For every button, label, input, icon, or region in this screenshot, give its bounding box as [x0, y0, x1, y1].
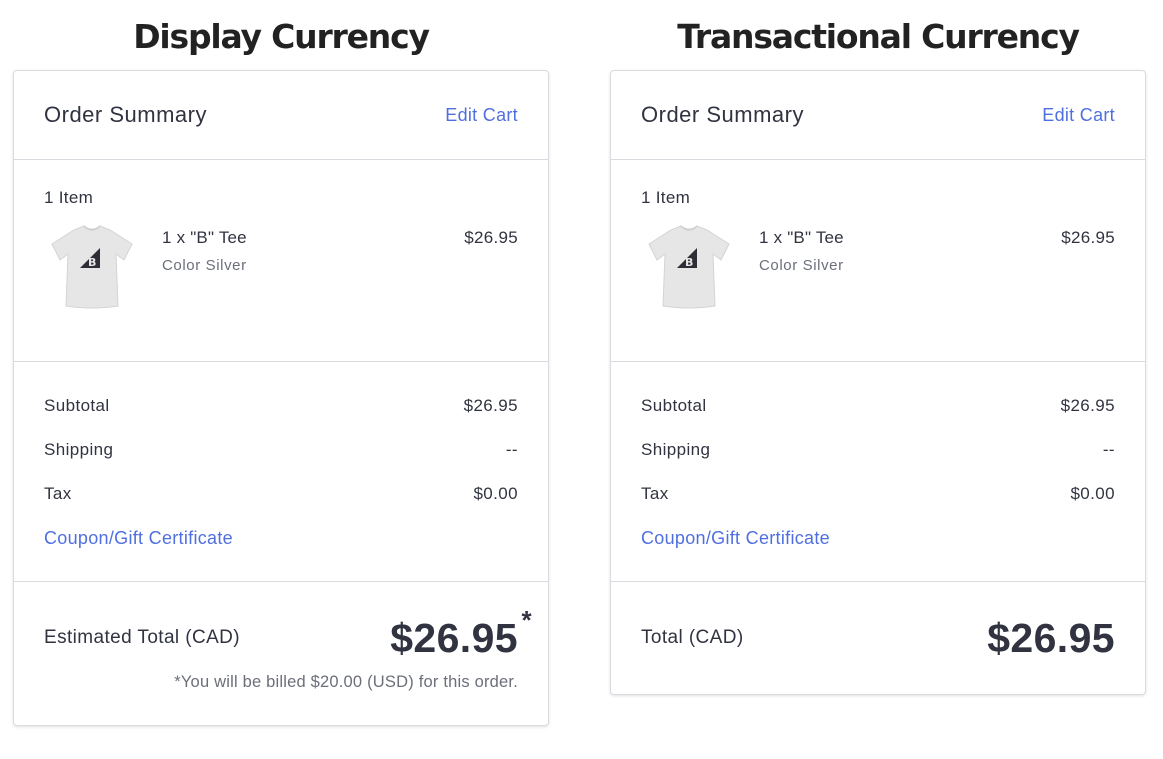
list-item: B 1 x "B" Tee Color Silver $26.95 [641, 225, 1115, 316]
shipping-value: -- [1102, 440, 1115, 459]
tax-row: Tax $0.00 [44, 484, 518, 528]
items-count: 1 Item [641, 188, 691, 207]
subtotal-value: $26.95 [463, 396, 518, 415]
subtotal-value: $26.95 [1060, 396, 1115, 415]
coupon-link[interactable]: Coupon/Gift Certificate [641, 528, 830, 572]
shipping-row: Shipping -- [44, 440, 518, 484]
svg-text:B: B [88, 256, 96, 269]
tshirt-icon: B [648, 225, 730, 309]
billing-note: *You will be billed $20.00 (USD) for thi… [174, 673, 518, 691]
transactional-currency-column: Transactional Currency Order Summary Edi… [610, 0, 1146, 695]
display-currency-heading: Display Currency [133, 16, 430, 56]
grand-total-value: $26.95 [987, 614, 1115, 661]
subtotal-row: Subtotal $26.95 [641, 396, 1115, 440]
asterisk-mark: * [521, 604, 532, 635]
tshirt-icon: B [51, 225, 133, 309]
transactional-currency-heading: Transactional Currency [677, 16, 1080, 56]
order-summary-title: Order Summary [44, 102, 207, 127]
shipping-value: -- [505, 440, 518, 459]
grand-total-value: $26.95 * [390, 605, 531, 662]
grand-total-label: Estimated Total (CAD) [44, 627, 240, 648]
cart-items-section: 1 Item B 1 x "B" Tee Color Silver $26.95 [611, 160, 1145, 362]
order-summary-header: Order Summary Edit Cart [14, 71, 548, 160]
items-count: 1 Item [44, 188, 94, 207]
tax-value: $0.00 [473, 484, 518, 503]
coupon-link[interactable]: Coupon/Gift Certificate [44, 528, 233, 572]
tax-label: Tax [44, 484, 72, 503]
grand-total-amount: $26.95 [390, 614, 518, 661]
totals-section: Subtotal $26.95 Shipping -- Tax $0.00 Co… [14, 362, 548, 582]
order-summary-title: Order Summary [641, 102, 804, 127]
tax-row: Tax $0.00 [641, 484, 1115, 528]
item-option: Color Silver [759, 257, 844, 274]
shipping-row: Shipping -- [641, 440, 1115, 484]
shipping-label: Shipping [641, 440, 711, 459]
order-summary-card: Order Summary Edit Cart 1 Item B 1 x "B"… [610, 70, 1146, 695]
subtotal-row: Subtotal $26.95 [44, 396, 518, 440]
grand-total-row: Total (CAD) $26.95 [641, 582, 1115, 694]
grand-total-label: Total (CAD) [641, 627, 744, 648]
tax-label: Tax [641, 484, 669, 503]
totals-section: Subtotal $26.95 Shipping -- Tax $0.00 Co… [611, 362, 1145, 582]
tax-value: $0.00 [1070, 484, 1115, 503]
item-price: $26.95 [464, 228, 518, 247]
cart-items-section: 1 Item B 1 x "B" Tee Color Silver $26.95 [14, 160, 548, 362]
item-price: $26.95 [1061, 228, 1115, 247]
grand-total-section: Total (CAD) $26.95 [611, 582, 1145, 694]
display-currency-column: Display Currency Order Summary Edit Cart… [13, 0, 549, 726]
edit-cart-link[interactable]: Edit Cart [1042, 105, 1115, 126]
edit-cart-link[interactable]: Edit Cart [445, 105, 518, 126]
svg-text:B: B [685, 256, 693, 269]
grand-total-section: Estimated Total (CAD) $26.95 * *You will … [14, 582, 548, 725]
subtotal-label: Subtotal [44, 396, 110, 415]
order-summary-header: Order Summary Edit Cart [611, 71, 1145, 160]
order-summary-card: Order Summary Edit Cart 1 Item B 1 x "B"… [13, 70, 549, 726]
subtotal-label: Subtotal [641, 396, 707, 415]
list-item: B 1 x "B" Tee Color Silver $26.95 [44, 225, 518, 316]
shipping-label: Shipping [44, 440, 114, 459]
item-option: Color Silver [162, 257, 247, 274]
coupon-row: Coupon/Gift Certificate [44, 528, 518, 572]
coupon-row: Coupon/Gift Certificate [641, 528, 1115, 572]
